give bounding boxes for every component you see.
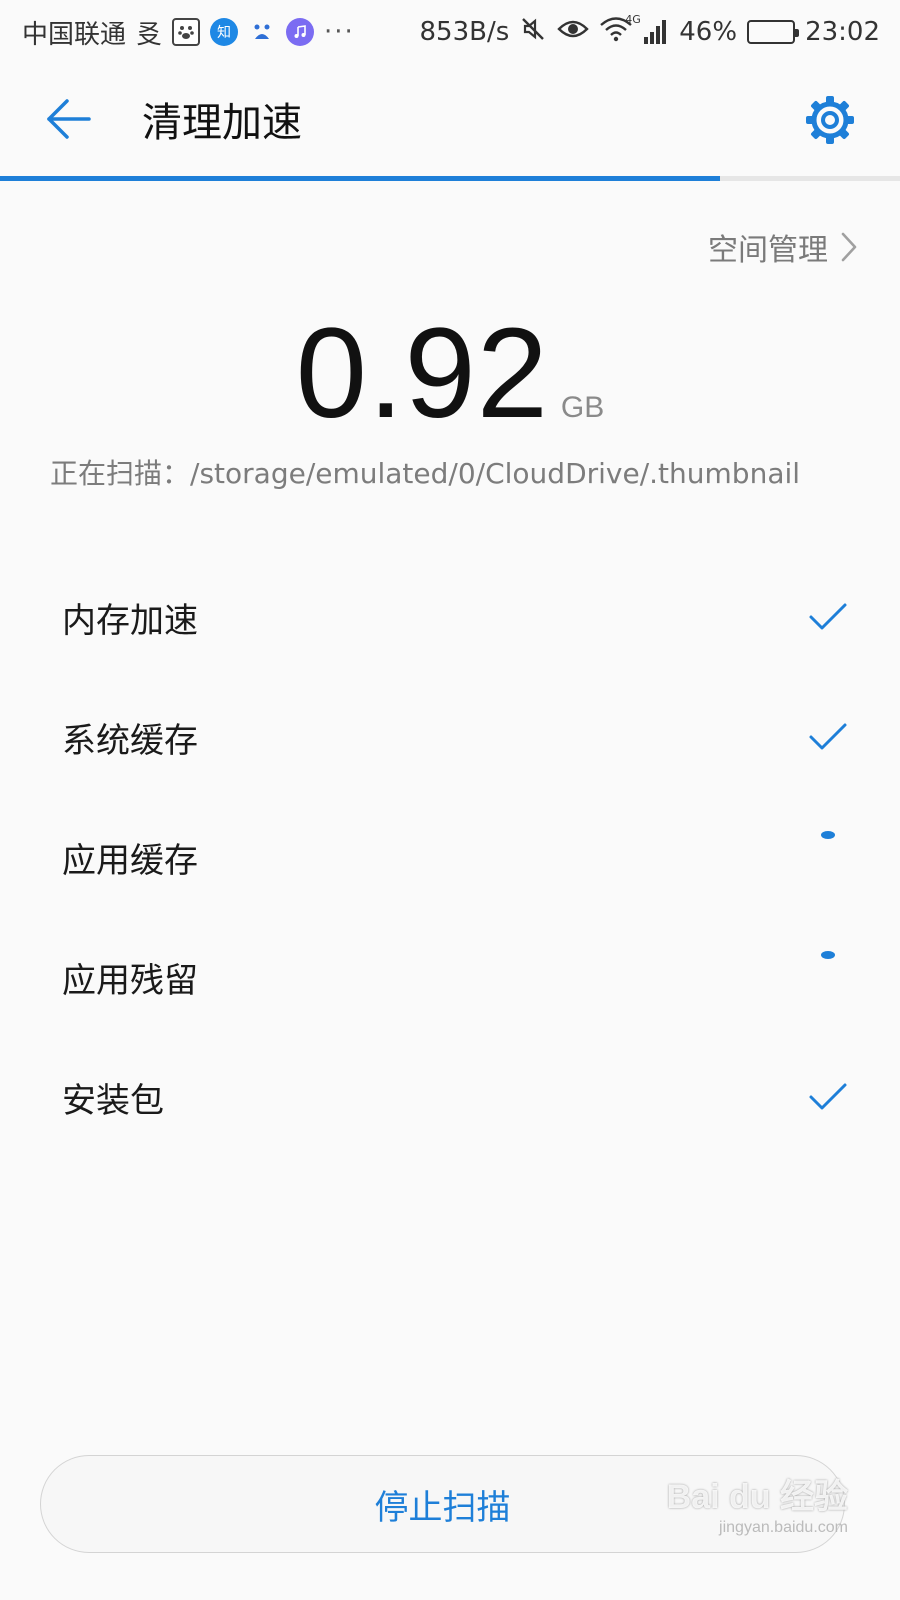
scan-current-path: /storage/emulated/0/CloudDrive/.thumbnai… [190,457,801,490]
watermark-url: jingyan.baidu.com [719,1519,848,1536]
watermark-brand: Bai du 经验 [666,1478,848,1516]
page-title: 清理加速 [142,100,302,146]
checkmark-icon [809,723,847,750]
junk-size-unit: GB [560,391,605,424]
mute-icon [519,15,547,50]
space-management-link[interactable]: 空间管理 [708,225,858,269]
zhihu-icon: 知 [210,18,239,46]
arrow-left-icon [47,99,91,139]
network-type-label: 4G [625,13,641,26]
paw-icon [172,18,201,46]
signal-icon: 4G [625,13,669,45]
category-label: 安装包 [62,1080,164,1121]
scanning-spinner-icon [821,831,835,839]
scan-category-list: 内存加速 系统缓存 应用缓存 应用残留 安装包 [0,557,900,1157]
gear-icon [806,96,854,144]
checkmark-icon [809,603,847,630]
checkmark-icon [809,1083,847,1110]
clock: 23:02 [805,17,880,47]
battery-percent: 46% [679,17,738,47]
input-method-icon: 㕛 [136,19,163,50]
title-bar: 清理加速 [0,64,900,174]
list-item: 应用残留 [0,917,900,1037]
list-item: 系统缓存 [0,677,900,797]
network-speed: 853B/s [419,17,510,47]
carrier-name: 中国联通 [22,19,127,50]
status-indicator [806,1075,850,1119]
chevron-right-icon [841,232,857,262]
status-indicator [806,715,850,759]
more-notifications-icon: ··· [324,17,355,47]
category-label: 系统缓存 [62,720,198,761]
list-item: 应用缓存 [0,797,900,917]
music-icon [286,18,315,46]
category-label: 应用缓存 [62,840,198,881]
battery-icon [747,20,800,44]
junk-size-readout: 0.92 GB [0,300,900,447]
settings-button[interactable] [800,90,860,150]
scan-status: 正在扫描：/storage/emulated/0/CloudDrive/.thu… [50,452,870,492]
status-bar-left: 中国联通 㕛 知 ··· [22,14,355,51]
category-label: 内存加速 [62,600,198,641]
scan-status-prefix: 正在扫描： [50,457,191,490]
category-label: 应用残留 [62,960,198,1001]
scan-progress-bar [0,176,900,181]
junk-size-value: 0.92 [295,302,549,445]
eye-icon [557,17,589,48]
space-management-label: 空间管理 [708,233,828,268]
back-button[interactable] [24,74,114,164]
list-item: 内存加速 [0,557,900,677]
scan-progress-fill [0,176,720,181]
status-indicator [806,951,850,999]
scanning-spinner-icon [821,951,835,959]
status-bar-right: 853B/s 4G 46% 23:02 [419,13,880,50]
status-bar: 中国联通 㕛 知 ··· 853B/s 4G 46% 23:02 [0,0,900,64]
list-item: 安装包 [0,1037,900,1157]
status-indicator [806,831,850,879]
baidu-icon [248,18,276,46]
baidu-jingyan-watermark: Bai du 经验 jingyan.baidu.com [667,1480,848,1536]
status-indicator [806,595,850,639]
